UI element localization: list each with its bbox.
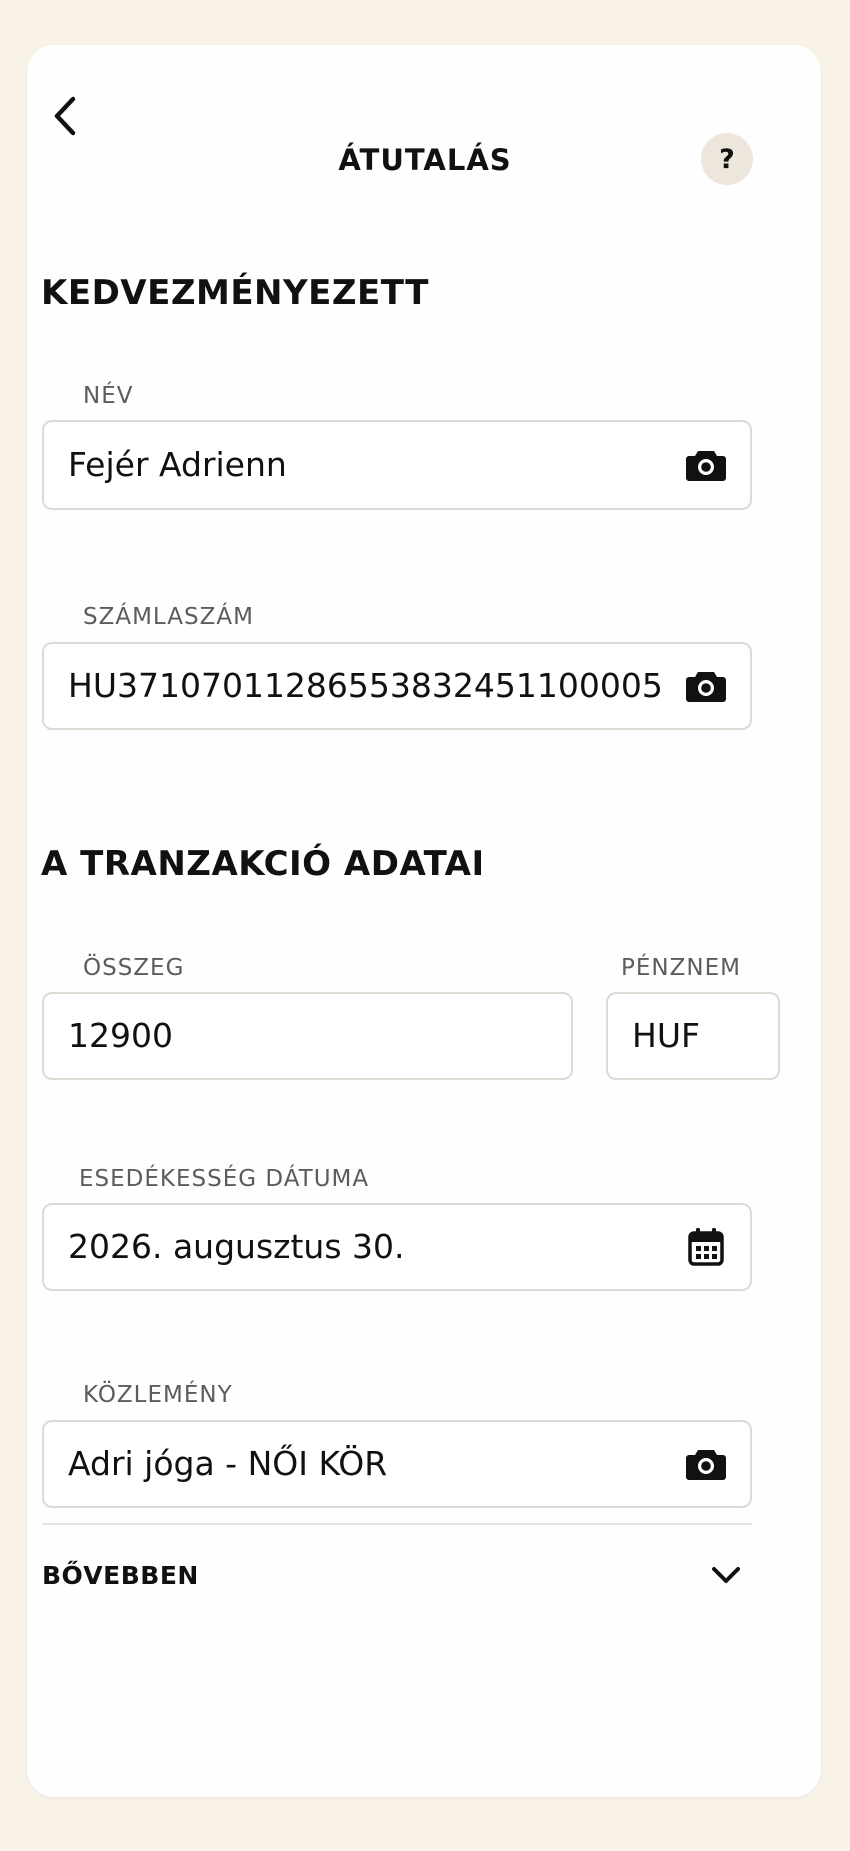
note-label: KÖZLEMÉNY xyxy=(83,1382,233,1408)
more-label: BŐVEBBEN xyxy=(42,1560,199,1590)
camera-icon xyxy=(686,451,726,481)
note-value: Adri jóga - NŐI KÖR xyxy=(68,1444,388,1483)
name-value: Fejér Adrienn xyxy=(68,445,287,484)
due-date-field[interactable]: 2026. augusztus 30. xyxy=(42,1203,752,1291)
back-button[interactable] xyxy=(45,91,85,141)
name-scan-button[interactable] xyxy=(684,443,728,487)
name-field[interactable]: Fejér Adrienn xyxy=(42,420,752,510)
name-label: NÉV xyxy=(83,383,134,409)
amount-label: ÖSSZEG xyxy=(83,955,185,981)
chevron-left-icon xyxy=(54,96,76,136)
account-label: SZÁMLASZÁM xyxy=(83,604,254,630)
amount-field[interactable]: 12900 xyxy=(42,992,573,1080)
currency-label: PÉNZNEM xyxy=(621,955,741,981)
account-scan-button[interactable] xyxy=(684,664,728,708)
more-toggle[interactable]: BŐVEBBEN xyxy=(42,1545,752,1605)
note-scan-button[interactable] xyxy=(684,1442,728,1486)
calendar-icon xyxy=(688,1228,724,1266)
due-date-value: 2026. augusztus 30. xyxy=(68,1227,405,1266)
note-field[interactable]: Adri jóga - NŐI KÖR xyxy=(42,1420,752,1508)
section-title-transaction: A TRANZAKCIÓ ADATAI xyxy=(41,844,485,884)
currency-value: HUF xyxy=(632,1016,700,1055)
camera-icon xyxy=(686,1450,726,1480)
section-title-beneficiary: KEDVEZMÉNYEZETT xyxy=(41,273,429,313)
camera-icon xyxy=(686,672,726,702)
chevron-down-icon xyxy=(712,1567,740,1583)
account-value: HU37107011286553832451100005 xyxy=(68,666,663,705)
help-button[interactable]: ? xyxy=(701,133,753,185)
account-field[interactable]: HU37107011286553832451100005 xyxy=(42,642,752,730)
amount-value: 12900 xyxy=(68,1016,173,1055)
divider xyxy=(42,1523,752,1525)
date-picker-button[interactable] xyxy=(684,1225,728,1269)
due-date-label: ESEDÉKESSÉG DÁTUMA xyxy=(79,1166,370,1192)
currency-field[interactable]: HUF xyxy=(606,992,780,1080)
